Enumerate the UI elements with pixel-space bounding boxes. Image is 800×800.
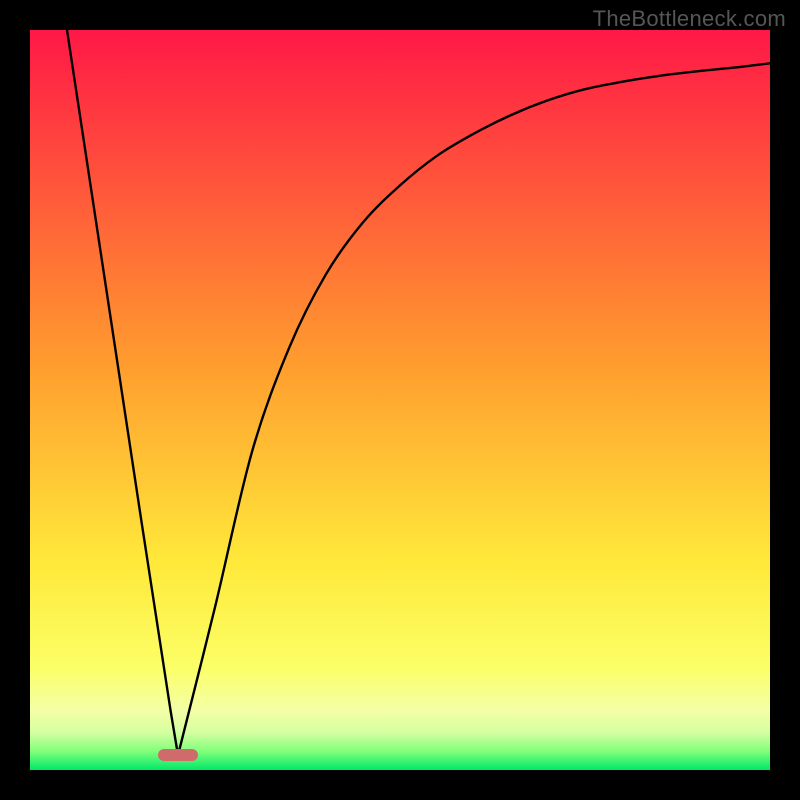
bottleneck-curve bbox=[67, 30, 770, 755]
bottleneck-marker bbox=[158, 749, 198, 761]
watermark-label: TheBottleneck.com bbox=[593, 6, 786, 32]
curve-layer bbox=[30, 30, 770, 770]
chart-container: TheBottleneck.com bbox=[0, 0, 800, 800]
plot-area bbox=[30, 30, 770, 770]
